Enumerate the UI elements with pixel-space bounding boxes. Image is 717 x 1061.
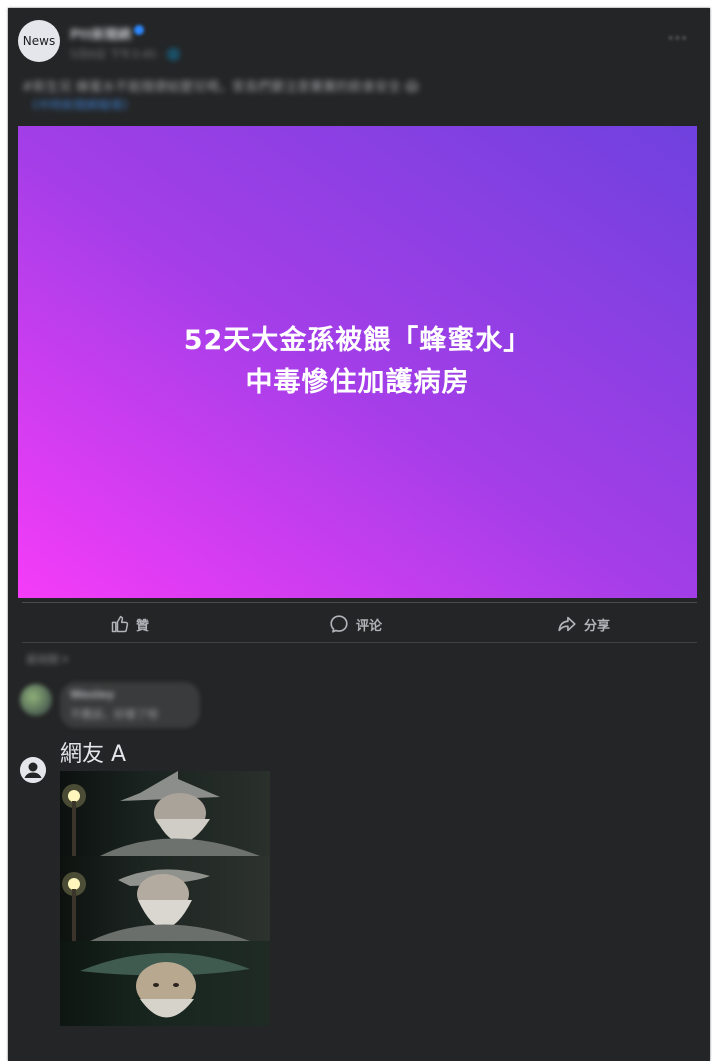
- comment-icon: [330, 615, 348, 633]
- like-button[interactable]: 贊: [110, 612, 149, 636]
- divider: [22, 642, 697, 643]
- user-icon[interactable]: [20, 757, 46, 783]
- share-button[interactable]: 分享: [556, 612, 610, 636]
- comment-author[interactable]: 網友 A: [60, 736, 126, 768]
- more-icon[interactable]: ···: [668, 30, 688, 48]
- divider: [22, 602, 697, 603]
- meme-image[interactable]: [60, 771, 270, 1026]
- page-avatar[interactable]: News: [18, 20, 60, 62]
- page-name[interactable]: Ptt新聞網: [70, 24, 131, 43]
- comment-button[interactable]: 评论: [328, 612, 382, 636]
- share-label: 分享: [584, 618, 611, 634]
- comment-author[interactable]: Wesley: [70, 688, 114, 701]
- share-icon: [558, 616, 576, 632]
- commenter-avatar[interactable]: [20, 684, 52, 716]
- headline-line-1: 52天大金孫被餵「蜂蜜水」: [183, 325, 532, 356]
- verified-icon: [134, 25, 144, 35]
- comment-sort-dropdown[interactable]: 最相關 ▾: [26, 651, 68, 667]
- post-caption: #新生兒 蜂蜜水不能隨便給嬰兒喝，家長們要注意寶寶的飲食安全 😱: [22, 80, 419, 95]
- post-timestamp[interactable]: 5月6日 下午3:45 · 🌐: [70, 46, 180, 62]
- post-card: News Ptt新聞網 5月6日 下午3:45 · 🌐 ··· #新生兒 蜂蜜水…: [8, 8, 710, 1061]
- headline-image[interactable]: 52天大金孫被餵「蜂蜜水」 中毒慘住加護病房: [18, 126, 697, 598]
- like-icon: [111, 615, 129, 633]
- comment-text: 不應該，好傻了呀: [70, 708, 158, 721]
- meme-panel-1: [60, 771, 270, 856]
- like-label: 贊: [136, 618, 150, 634]
- comment-label: 评论: [356, 618, 383, 634]
- caption-link[interactable]: 《中時新聞網報導》: [26, 96, 134, 113]
- headline-line-2: 中毒慘住加護病房: [245, 367, 470, 398]
- post-header: News Ptt新聞網 5月6日 下午3:45 · 🌐 ··· #新生兒 蜂蜜水…: [8, 8, 710, 126]
- meme-panel-3: [60, 941, 270, 1026]
- meme-panel-2: [60, 856, 270, 941]
